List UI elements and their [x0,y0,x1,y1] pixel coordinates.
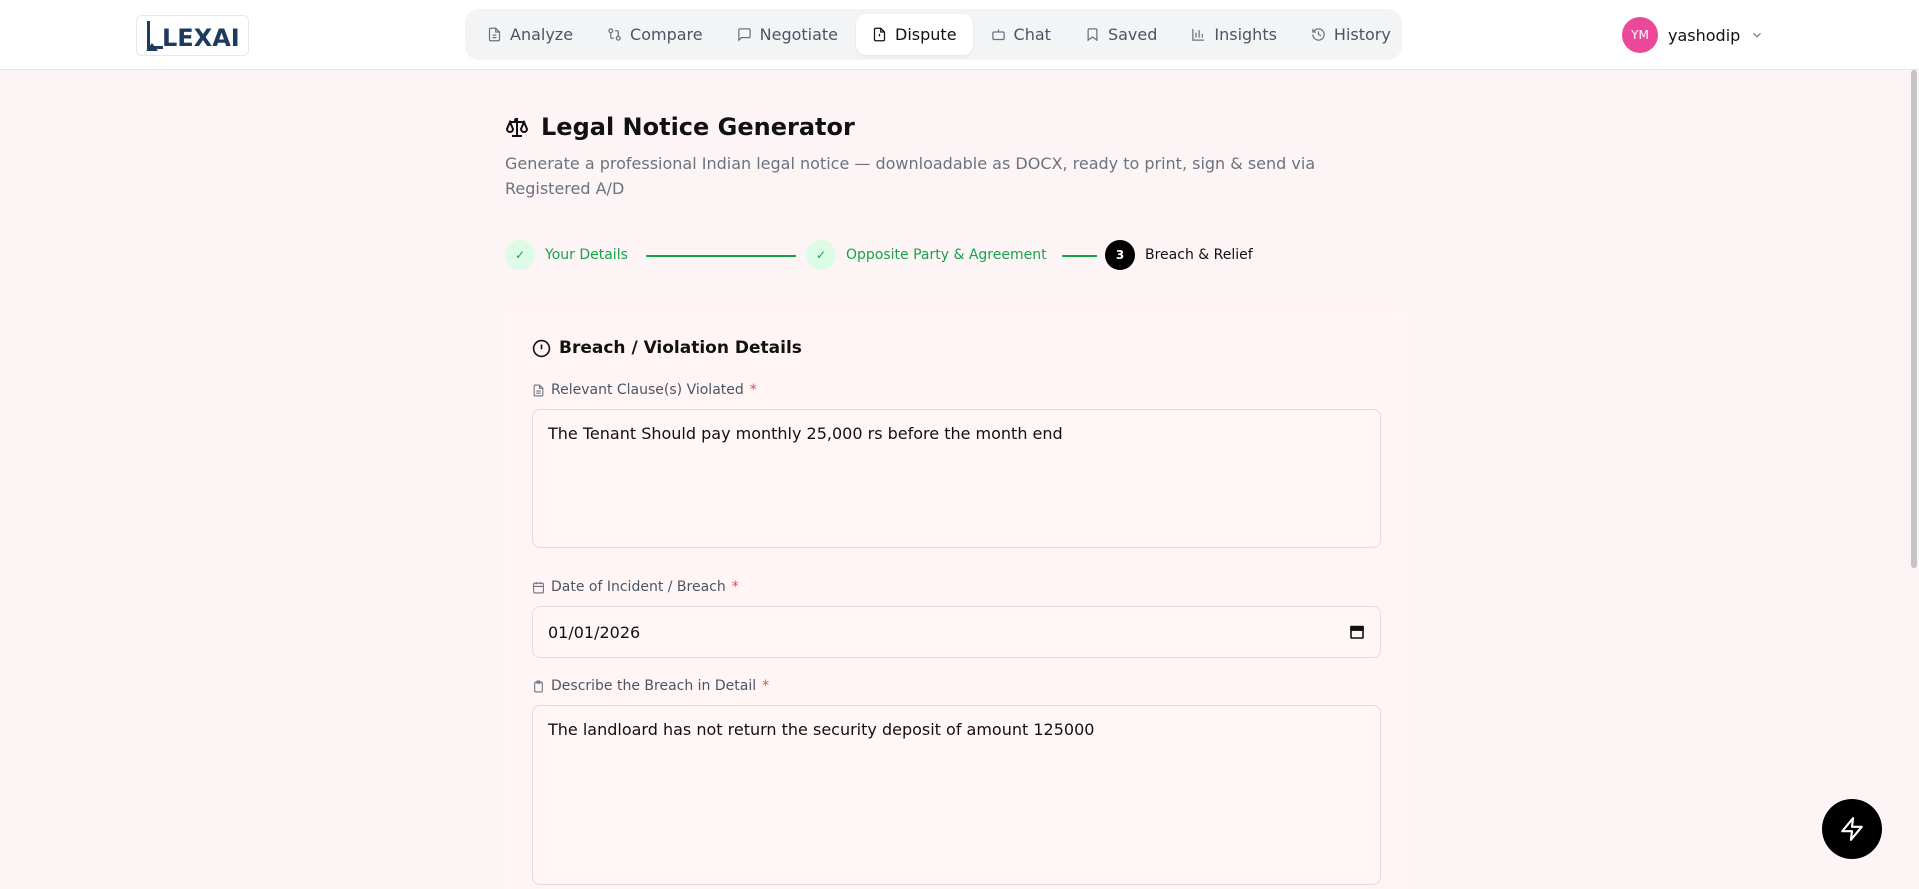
step-connector [646,255,796,257]
step-label: Opposite Party & Agreement [846,247,1047,263]
incident-date-label: Date of Incident / Breach * [532,579,739,595]
file-text-icon [533,384,544,396]
nav-dispute[interactable]: Dispute [856,14,973,55]
scale-icon [505,118,529,137]
nav-negotiate[interactable]: Negotiate [721,14,854,55]
required-mark: * [749,382,757,398]
user-name: yashodip [1668,25,1741,45]
incident-date-input[interactable]: 01/01/2026 [532,606,1381,658]
nav-label: Dispute [895,25,957,44]
label-text: Relevant Clause(s) Violated [551,382,744,398]
nav-history[interactable]: History [1295,14,1407,55]
alert-circle-icon [532,339,551,357]
avatar: YM [1622,17,1658,53]
bookmark-icon [1087,28,1098,42]
nav-saved[interactable]: Saved [1069,14,1173,55]
bar-chart-icon [1192,28,1205,41]
logo-text: LEXAI [162,24,240,52]
label-text: Describe the Breach in Detail [551,678,757,694]
nav-label: History [1333,25,1391,44]
section-title: Breach / Violation Details [532,338,802,358]
check-icon: ✓ [806,240,836,270]
nav-label: Saved [1107,25,1158,44]
date-value: 01/01/2026 [548,622,641,642]
nav-label: Analyze [510,25,574,44]
page-subtitle: Generate a professional Indian legal not… [505,154,1316,198]
file-warning-icon [873,27,886,42]
lexai-logo[interactable]: LEXAI [136,15,249,56]
clause-textarea[interactable]: The Tenant Should pay monthly 25,000 rs … [532,409,1381,548]
step-indicator: ✓ Your Details ✓ Opposite Party & Agreem… [505,240,1255,272]
check-icon: ✓ [505,240,535,270]
step-opposite-party[interactable]: ✓ Opposite Party & Agreement [806,240,1047,270]
user-menu[interactable]: YM yashodip [1622,16,1764,54]
required-mark: * [731,579,739,595]
nav-chat[interactable]: Chat [975,14,1067,55]
history-icon [1312,28,1325,41]
top-header: LEXAI Analyze Compare Negotiate Dispute … [0,0,1919,70]
nav-label: Compare [630,25,703,44]
breach-description-label: Describe the Breach in Detail * [532,678,769,694]
required-mark: * [762,678,770,694]
calendar-picker-icon[interactable] [1349,624,1365,640]
clause-label: Relevant Clause(s) Violated * [532,382,757,398]
step-label: Your Details [545,247,628,263]
nav-label: Negotiate [759,25,839,44]
nav-label: Insights [1214,25,1277,44]
step-your-details[interactable]: ✓ Your Details [505,240,628,270]
page-title: Legal Notice Generator [505,113,855,141]
git-compare-icon [608,28,621,41]
label-text: Date of Incident / Breach [551,579,726,595]
step-label: Breach & Relief [1145,247,1253,263]
nav-analyze[interactable]: Analyze [471,14,589,55]
breach-details-card: Breach / Violation Details Relevant Clau… [505,308,1407,889]
calendar-icon [533,581,544,593]
message-square-icon [737,28,751,42]
section-title-text: Breach / Violation Details [559,338,802,358]
step-connector [1062,255,1097,257]
breach-description-textarea[interactable]: The landloard has not return the securit… [532,705,1381,885]
nav-label: Chat [1013,25,1051,44]
file-icon [488,27,501,42]
nav-compare[interactable]: Compare [591,14,719,55]
step-number: 3 [1105,240,1135,270]
quick-action-button[interactable] [1822,799,1882,859]
chevron-down-icon [1753,32,1762,38]
zap-icon [1841,817,1863,841]
nav-insights[interactable]: Insights [1175,14,1293,55]
clipboard-icon [534,680,543,692]
page-title-text: Legal Notice Generator [541,113,855,141]
logo-mark-icon: LEXAI [145,20,240,52]
step-breach-relief[interactable]: 3 Breach & Relief [1105,240,1253,270]
bot-icon [991,29,1005,41]
page-scrollbar[interactable] [1911,70,1917,568]
main-nav: Analyze Compare Negotiate Dispute Chat S… [465,9,1402,60]
